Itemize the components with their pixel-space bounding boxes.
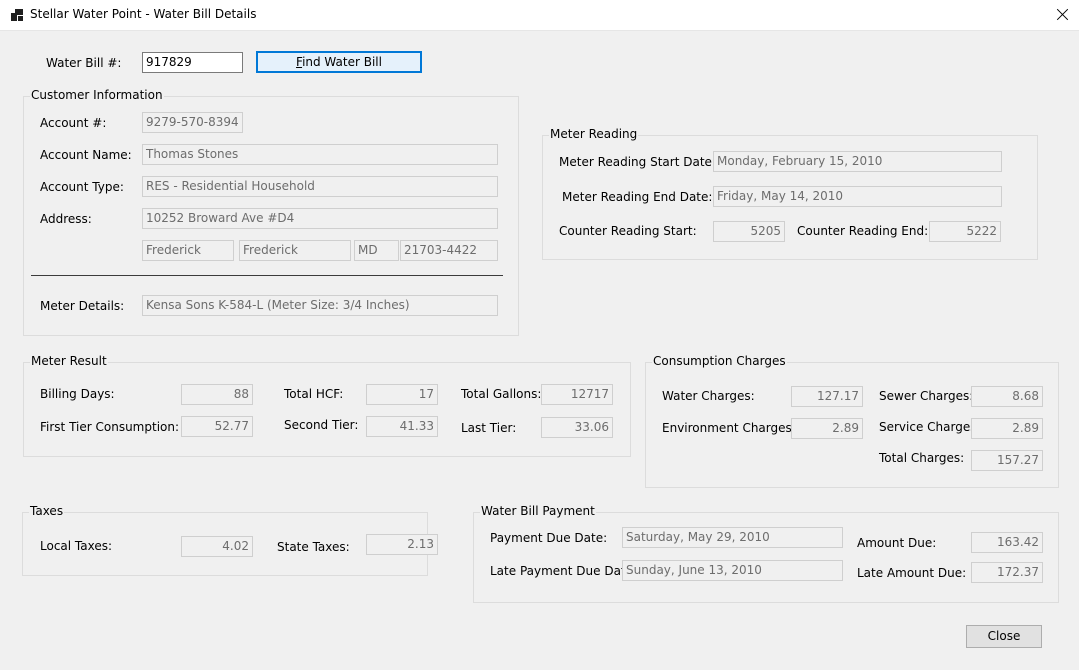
reading-start-date-label: Meter Reading Start Date: bbox=[559, 155, 716, 169]
service-charges-label: Service Charges: bbox=[879, 420, 981, 434]
state-taxes-field[interactable]: 2.13 bbox=[366, 534, 438, 555]
total-hcf-label: Total HCF: bbox=[284, 387, 344, 401]
counter-end-field[interactable]: 5222 bbox=[929, 221, 1001, 242]
address-label: Address: bbox=[40, 212, 92, 226]
state-taxes-label: State Taxes: bbox=[277, 540, 350, 554]
meter-reading-title: Meter Reading bbox=[549, 127, 639, 141]
total-gallons-field[interactable]: 12717 bbox=[541, 384, 613, 405]
account-number-label: Account #: bbox=[40, 116, 107, 130]
meter-result-group: Meter Result bbox=[23, 354, 631, 457]
account-type-label: Account Type: bbox=[40, 180, 124, 194]
second-tier-label: Second Tier: bbox=[284, 418, 359, 432]
sewer-charges-label: Sewer Charges: bbox=[879, 389, 974, 403]
water-bill-payment-title: Water Bill Payment bbox=[480, 504, 596, 518]
late-payment-due-date-label: Late Payment Due Date: bbox=[490, 564, 638, 578]
counter-start-label: Counter Reading Start: bbox=[559, 224, 697, 238]
close-button-label: Close bbox=[987, 629, 1021, 643]
local-taxes-field[interactable]: 4.02 bbox=[181, 536, 253, 557]
account-name-field[interactable]: Thomas Stones bbox=[142, 144, 498, 165]
water-bill-payment-group: Water Bill Payment bbox=[473, 504, 1059, 603]
amount-due-field[interactable]: 163.42 bbox=[971, 532, 1043, 553]
water-charges-label: Water Charges: bbox=[662, 389, 755, 403]
address-field[interactable]: 10252 Broward Ave #D4 bbox=[142, 208, 498, 229]
meter-details-label: Meter Details: bbox=[40, 299, 125, 313]
title-bar: Stellar Water Point - Water Bill Details bbox=[0, 0, 1079, 31]
customer-information-title: Customer Information bbox=[30, 88, 164, 102]
sewer-charges-field[interactable]: 8.68 bbox=[971, 386, 1043, 407]
local-taxes-label: Local Taxes: bbox=[40, 539, 113, 553]
counter-start-field[interactable]: 5205 bbox=[713, 221, 785, 242]
find-water-bill-button[interactable]: Find Water Bill bbox=[256, 51, 422, 73]
account-number-field[interactable]: 9279-570-8394 bbox=[142, 112, 243, 133]
find-water-bill-label: Find Water Bill bbox=[296, 55, 382, 69]
water-bill-number-input[interactable]: 917829 bbox=[142, 52, 243, 73]
reading-end-date-field[interactable]: Friday, May 14, 2010 bbox=[713, 186, 1002, 207]
close-icon[interactable] bbox=[1051, 4, 1075, 26]
total-charges-label: Total Charges: bbox=[879, 451, 965, 465]
environment-charges-label: Environment Charges: bbox=[662, 421, 796, 435]
late-payment-due-date-field[interactable]: Sunday, June 13, 2010 bbox=[622, 560, 843, 581]
app-window-icon bbox=[11, 9, 23, 21]
payment-due-date-field[interactable]: Saturday, May 29, 2010 bbox=[622, 527, 843, 548]
reading-end-date-label: Meter Reading End Date: bbox=[562, 190, 713, 204]
taxes-title: Taxes bbox=[29, 504, 65, 518]
first-tier-field[interactable]: 52.77 bbox=[181, 416, 253, 437]
counter-end-label: Counter Reading End: bbox=[797, 224, 929, 238]
close-button[interactable]: Close bbox=[966, 625, 1042, 648]
late-amount-due-field[interactable]: 172.37 bbox=[971, 562, 1043, 583]
zip-code-field[interactable]: 21703-4422 bbox=[400, 240, 498, 261]
window-title: Stellar Water Point - Water Bill Details bbox=[30, 7, 257, 21]
water-bill-number-label: Water Bill #: bbox=[46, 56, 122, 70]
account-type-field[interactable]: RES - Residential Household bbox=[142, 176, 498, 197]
payment-due-date-label: Payment Due Date: bbox=[490, 531, 608, 545]
late-amount-due-label: Late Amount Due: bbox=[857, 566, 967, 580]
account-name-label: Account Name: bbox=[40, 148, 132, 162]
service-charges-field[interactable]: 2.89 bbox=[971, 418, 1043, 439]
last-tier-label: Last Tier: bbox=[461, 421, 517, 435]
reading-start-date-field[interactable]: Monday, February 15, 2010 bbox=[713, 151, 1002, 172]
last-tier-field[interactable]: 33.06 bbox=[541, 417, 613, 438]
water-charges-field[interactable]: 127.17 bbox=[791, 386, 863, 407]
billing-days-label: Billing Days: bbox=[40, 387, 115, 401]
state-field[interactable]: MD bbox=[354, 240, 399, 261]
consumption-charges-title: Consumption Charges bbox=[652, 354, 787, 368]
meter-details-field[interactable]: Kensa Sons K-584-L (Meter Size: 3/4 Inch… bbox=[142, 295, 498, 316]
total-charges-field[interactable]: 157.27 bbox=[971, 450, 1043, 471]
environment-charges-field[interactable]: 2.89 bbox=[791, 418, 863, 439]
county-field[interactable]: Frederick bbox=[239, 240, 351, 261]
meter-result-title: Meter Result bbox=[30, 354, 108, 368]
billing-days-field[interactable]: 88 bbox=[181, 384, 253, 405]
amount-due-label: Amount Due: bbox=[857, 536, 937, 550]
first-tier-label: First Tier Consumption: bbox=[40, 420, 180, 434]
second-tier-field[interactable]: 41.33 bbox=[366, 416, 438, 437]
customer-separator bbox=[31, 275, 503, 276]
total-gallons-label: Total Gallons: bbox=[461, 387, 542, 401]
total-hcf-field[interactable]: 17 bbox=[366, 384, 438, 405]
city-field[interactable]: Frederick bbox=[142, 240, 234, 261]
